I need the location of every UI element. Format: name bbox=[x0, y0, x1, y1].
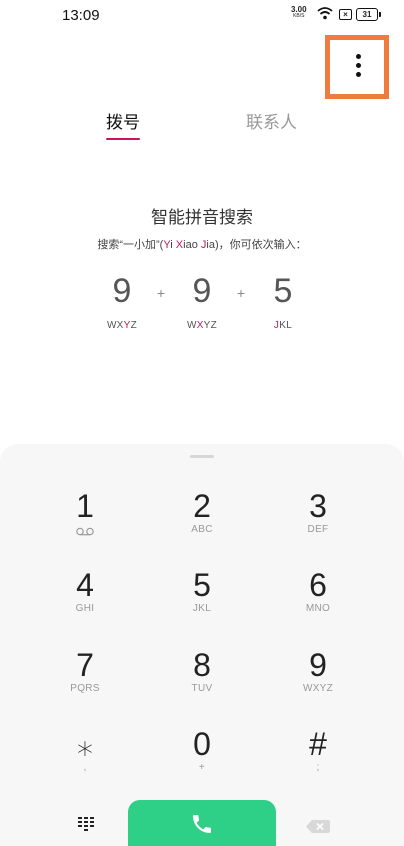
smart-search-description: 搜索“一小加”(Yi Xiao Jia)，你可依次输入： bbox=[97, 239, 307, 251]
example-letters: WXYZ bbox=[186, 320, 218, 331]
smart-search-title: 智能拼音搜索 bbox=[151, 208, 253, 227]
example-plus: + bbox=[236, 285, 246, 301]
tab-dial[interactable]: 拨号 bbox=[106, 108, 140, 133]
example-letters: JKL bbox=[273, 320, 293, 331]
no-sim-icon: × bbox=[339, 9, 352, 20]
more-options-button[interactable] bbox=[325, 35, 389, 99]
key-3[interactable]: 3 DEF bbox=[273, 489, 363, 535]
call-button[interactable] bbox=[128, 800, 276, 846]
more-vert-icon bbox=[356, 54, 362, 81]
drag-handle[interactable] bbox=[190, 455, 214, 458]
tab-contacts[interactable]: 联系人 bbox=[246, 108, 297, 133]
wifi-icon bbox=[317, 7, 333, 20]
key-1[interactable]: 1 bbox=[40, 489, 130, 541]
key-6[interactable]: 6 MNO bbox=[273, 568, 363, 614]
status-bar: 13:09 3.00 KB/S × 31 bbox=[0, 0, 404, 32]
key-7[interactable]: 7 PQRS bbox=[40, 648, 130, 694]
key-2[interactable]: 2 ABC bbox=[157, 489, 247, 535]
example-digit: 5 bbox=[273, 272, 293, 310]
key-0[interactable]: 0 + bbox=[157, 727, 247, 773]
key-9[interactable]: 9 WXYZ bbox=[273, 648, 363, 694]
example-digit: 9 bbox=[192, 272, 212, 310]
key-star[interactable]: ⁎ , bbox=[40, 727, 130, 773]
backspace-icon[interactable] bbox=[306, 820, 330, 833]
example-digit: 9 bbox=[112, 272, 132, 310]
active-tab-indicator bbox=[106, 138, 140, 140]
key-hash[interactable]: # ; bbox=[273, 727, 363, 773]
phone-icon bbox=[193, 815, 211, 833]
dialpad-icon[interactable] bbox=[78, 817, 94, 831]
voicemail-icon bbox=[76, 527, 94, 536]
status-time: 13:09 bbox=[62, 7, 100, 24]
network-speed: 3.00 KB/S bbox=[291, 5, 307, 20]
example-plus: + bbox=[156, 285, 166, 301]
key-5[interactable]: 5 JKL bbox=[157, 568, 247, 614]
example-letters: WXYZ bbox=[106, 320, 138, 331]
battery-icon: 31 bbox=[356, 8, 381, 21]
key-4[interactable]: 4 GHI bbox=[40, 568, 130, 614]
key-8[interactable]: 8 TUV bbox=[157, 648, 247, 694]
